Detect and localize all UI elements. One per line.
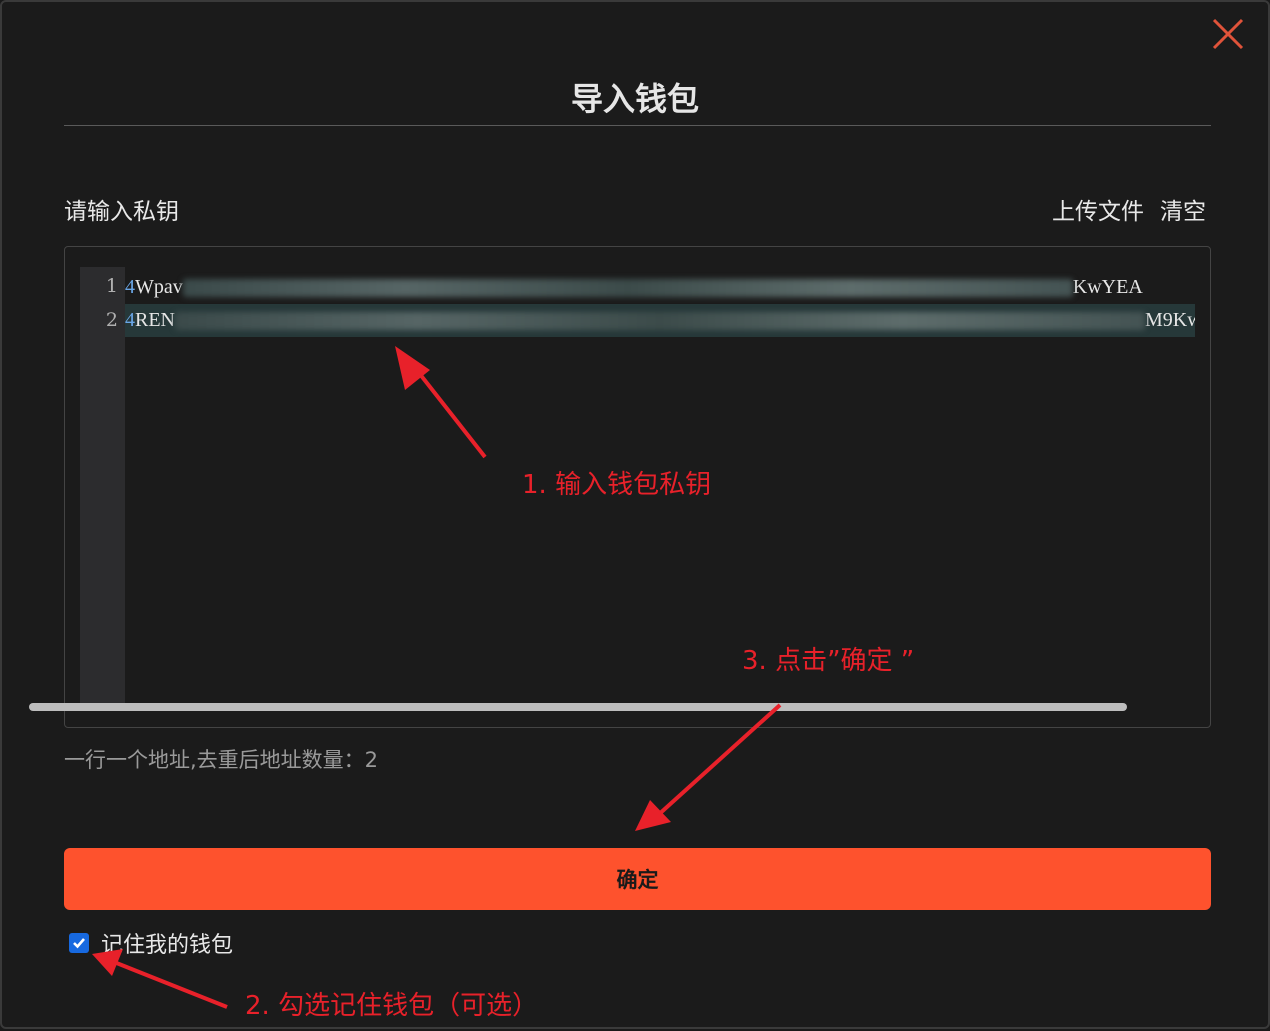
code-first-char: 4: [125, 309, 135, 331]
private-key-label: 请输入私钥: [64, 199, 179, 225]
dialog-title: 导入钱包: [570, 80, 699, 118]
remember-wallet-label: 记住我的钱包: [101, 933, 234, 958]
annotation-step3: 3. 点击”确定 ”: [742, 646, 915, 676]
remember-wallet-row: 记住我的钱包: [69, 927, 233, 959]
upload-file-button[interactable]: 上传文件: [1052, 192, 1144, 226]
redacted-key: [175, 312, 1145, 331]
annotation-step1: 1. 输入钱包私钥: [522, 470, 712, 500]
editor-actions: 上传文件 清空: [1052, 192, 1206, 226]
annotation-step2: 2. 勾选记住钱包（可选）: [245, 991, 539, 1021]
code-text-end: M9Kw: [1145, 309, 1195, 331]
code-line-active[interactable]: 4REN M9Kw: [125, 304, 1195, 337]
check-icon: [73, 938, 85, 949]
title-divider: [64, 125, 1211, 126]
line-number-gutter: [80, 267, 125, 703]
line-number: 2: [105, 309, 118, 331]
code-line[interactable]: 4Wpav KwYEA: [125, 271, 1195, 304]
horizontal-scrollbar[interactable]: [29, 703, 1127, 711]
remember-wallet-checkbox[interactable]: [69, 933, 89, 953]
code-text-start: REN: [135, 309, 175, 331]
address-count-hint: 一行一个地址,去重后地址数量：2: [64, 748, 379, 772]
line-number: 1: [105, 275, 118, 297]
confirm-button[interactable]: 确定: [64, 848, 1211, 910]
code-text-start: Wpav: [135, 276, 183, 298]
import-wallet-dialog: 导入钱包 请输入私钥 上传文件 清空 1 4Wpav KwYEA 2 4REN M9…: [0, 0, 1270, 1029]
close-icon[interactable]: [1210, 16, 1246, 52]
redacted-key: [182, 279, 1073, 298]
code-first-char: 4: [125, 276, 135, 298]
code-text-end: KwYEA: [1072, 276, 1143, 298]
clear-button[interactable]: 清空: [1160, 192, 1206, 226]
